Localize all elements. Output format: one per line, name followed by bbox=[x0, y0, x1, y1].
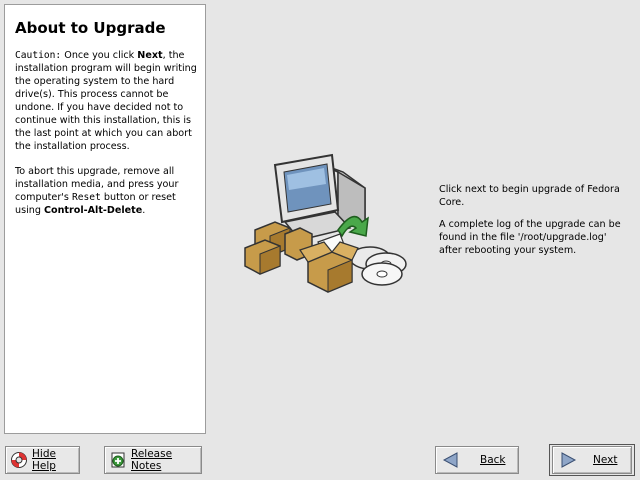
next-label: Next bbox=[593, 454, 618, 466]
release-notes-button[interactable]: Release Notes bbox=[104, 446, 202, 474]
help-text: . bbox=[142, 205, 146, 216]
key-combo: Control-Alt-Delete bbox=[43, 205, 143, 216]
next-arrow-icon bbox=[559, 451, 577, 469]
help-title: About to Upgrade bbox=[15, 19, 166, 37]
back-label: Back bbox=[480, 454, 506, 466]
notes-add-icon bbox=[109, 451, 127, 469]
back-button[interactable]: Back bbox=[435, 446, 519, 474]
caution-label: Caution: bbox=[15, 50, 62, 61]
help-text: Once you click bbox=[61, 50, 138, 61]
help-text: , the installation program will begin wr… bbox=[15, 50, 197, 152]
hide-help-button[interactable]: Hide Help bbox=[5, 446, 80, 474]
back-arrow-icon bbox=[442, 451, 460, 469]
reset-label: Reset bbox=[71, 192, 101, 203]
next-button-focus-ring: Next bbox=[549, 444, 635, 476]
help-paragraph-caution: Caution: Once you click Next, the instal… bbox=[15, 49, 199, 153]
main-message: Click next to begin upgrade of Fedora Co… bbox=[439, 183, 631, 266]
upgrade-instruction: Click next to begin upgrade of Fedora Co… bbox=[439, 184, 620, 208]
next-button[interactable]: Next bbox=[552, 446, 632, 474]
release-notes-label: Release Notes bbox=[131, 448, 173, 472]
hide-help-label: Hide Help bbox=[32, 448, 56, 472]
lifebuoy-icon bbox=[10, 451, 28, 469]
upgrade-illustration bbox=[244, 153, 407, 293]
help-paragraph-abort: To abort this upgrade, remove all instal… bbox=[15, 165, 199, 217]
log-info: A complete log of the upgrade can be fou… bbox=[439, 219, 621, 256]
help-panel: About to Upgrade Caution: Once you click… bbox=[4, 4, 206, 434]
next-emphasis: Next bbox=[137, 50, 163, 61]
